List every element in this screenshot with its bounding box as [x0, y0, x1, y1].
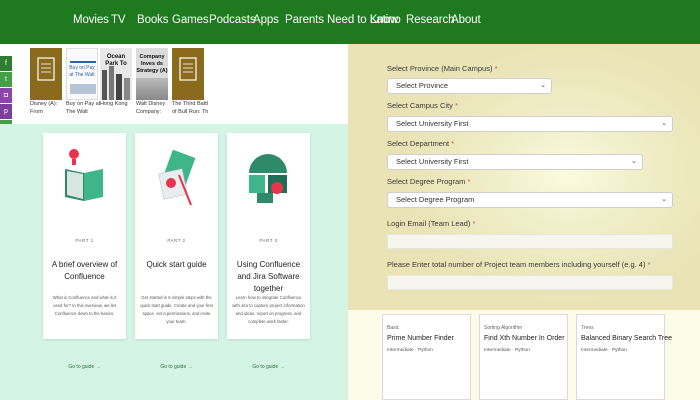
book-cover: Buy on Pay at The Walt — [66, 48, 98, 100]
book-item[interactable]: Buy on Pay at The Walt Buy on Pay at The… — [66, 48, 100, 116]
province-label: Select Province (Main Campus) * — [387, 64, 498, 73]
guide-title: Quick start guide — [146, 260, 207, 269]
department-label: Select Department * — [387, 139, 455, 148]
nav-item-tv[interactable]: TV — [111, 14, 126, 26]
book-title-line: The Walt — [66, 109, 88, 115]
problem-category: Sorting Algorithm — [484, 325, 523, 331]
book-title-line: From — [30, 109, 43, 115]
guide-title: Using Confluence and Jira Software toget… — [236, 260, 301, 293]
login-email-input[interactable] — [387, 234, 673, 249]
problem-title: Balanced Binary Search Tree — [581, 335, 673, 342]
problem-title: Find Xth Number In Order — [484, 335, 565, 342]
book-item[interactable]: Disney (A): From — [30, 48, 62, 116]
province-select[interactable]: Select Province ⌄ — [387, 78, 552, 94]
book-cover-text: Ocean Park To — [105, 54, 127, 67]
guide-description: Get started in 6 simple steps with the q… — [140, 295, 213, 324]
book-item[interactable]: The Third Battle of Bull Run: The — [172, 48, 208, 116]
notebook-icon — [179, 57, 197, 81]
pinterest-icon[interactable]: p — [0, 104, 12, 119]
guide-part-label: PART 1 — [75, 238, 94, 243]
chevron-down-icon: ⌄ — [661, 196, 667, 203]
book-item[interactable]: Company Inves ds Strategy (A) Walt Disne… — [136, 48, 168, 116]
book-lightbulb-icon — [65, 149, 103, 201]
guide-card-1[interactable]: PART 1 A brief overview of Confluence Wh… — [43, 133, 126, 339]
guide-part-label: PART 3 — [259, 238, 278, 243]
go-to-guide-link[interactable]: Go to guide → — [135, 364, 218, 370]
book-cover-text: Company Inves ds Strategy (A) — [136, 54, 168, 74]
guide-title: A brief overview of Confluence — [51, 260, 118, 281]
problem-meta: Intermediate · Python — [484, 348, 530, 353]
nav-item-podcasts[interactable]: Podcasts — [209, 14, 256, 26]
problem-card-2[interactable]: Sorting Algorithm Find Xth Number In Ord… — [479, 314, 568, 400]
go-to-guide-link[interactable]: Go to guide → — [227, 364, 310, 370]
team-members-label: Please Enter total number of Project tea… — [387, 260, 651, 269]
problem-card-3[interactable]: Trees Balanced Binary Search Tree Interm… — [576, 314, 672, 400]
book-item[interactable]: Ocean Park To Hong Kong — [100, 48, 132, 108]
campus-city-select[interactable]: Select University First ⌄ — [387, 116, 673, 132]
facebook-icon[interactable]: f — [0, 56, 12, 71]
team-members-input[interactable] — [387, 275, 673, 290]
problem-category: Basic — [387, 325, 400, 331]
nav-item-games[interactable]: Games — [172, 14, 209, 26]
pencil-chart-icon — [158, 149, 196, 206]
nav-item-about[interactable]: About — [451, 14, 481, 26]
nav-item-apps[interactable]: Apps — [253, 14, 279, 26]
guide-part-label: PART 2 — [167, 238, 186, 243]
nav-item-latino[interactable]: Latino — [370, 14, 401, 26]
problem-title: Prime Number Finder — [387, 335, 454, 342]
notebook-icon — [37, 57, 55, 81]
book-carousel: Disney (A): From Buy on Pay at The Walt … — [30, 48, 348, 124]
degree-program-select[interactable]: Select Degree Program ⌄ — [387, 192, 673, 208]
campus-city-label: Select Campus City * — [387, 101, 458, 110]
chevron-down-icon: ⌄ — [661, 120, 667, 127]
nav-item-books[interactable]: Books — [137, 14, 169, 26]
degree-program-label: Select Degree Program * — [387, 177, 471, 186]
book-cover-text: Buy on Pay at The Walt — [69, 65, 95, 78]
book-title-line: Hong Kong — [100, 101, 128, 107]
book-title-line: Company: — [136, 109, 162, 115]
instagram-icon[interactable]: ◘ — [0, 88, 12, 103]
book-title-line: Disney (A): — [30, 101, 58, 107]
guide-card-2[interactable]: PART 2 Quick start guide Get started in … — [135, 133, 218, 339]
go-to-guide-link[interactable]: Go to guide → — [43, 364, 126, 370]
chevron-down-icon: ⌄ — [631, 158, 637, 165]
book-cover: Company Inves ds Strategy (A) — [136, 48, 168, 100]
book-title-line: Buy on Pay at — [66, 101, 101, 107]
problem-meta: Intermediate · Python — [581, 348, 627, 353]
nav-item-research[interactable]: Research — [406, 14, 455, 26]
book-cover: Ocean Park To — [100, 48, 132, 100]
nav-item-movies[interactable]: Movies — [73, 14, 109, 26]
book-cover — [30, 48, 62, 100]
problem-meta: Intermediate · Python — [387, 348, 433, 353]
login-email-label: Login Email (Team Lead) * — [387, 219, 476, 228]
problem-category: Trees — [581, 325, 594, 331]
book-title-line: The Third Battle — [172, 101, 208, 107]
book-title-line: of Bull Run: The — [172, 109, 208, 115]
top-navigation: Movies TV Books Games Podcasts Apps Pare… — [0, 0, 700, 44]
guide-description: What is Confluence and what is it used f… — [52, 295, 117, 316]
twitter-icon[interactable]: t — [0, 72, 12, 87]
puzzle-icon — [249, 154, 287, 203]
chevron-down-icon: ⌄ — [540, 82, 546, 89]
book-cover — [172, 48, 204, 100]
guide-description: Learn how to integrate Confluence with J… — [232, 295, 305, 324]
guide-card-3[interactable]: PART 3 Using Confluence and Jira Softwar… — [227, 133, 310, 339]
department-select[interactable]: Select University First ⌄ — [387, 154, 643, 170]
book-title-line: Walt Disney — [136, 101, 166, 107]
problem-card-1[interactable]: Basic Prime Number Finder Intermediate ·… — [382, 314, 471, 400]
